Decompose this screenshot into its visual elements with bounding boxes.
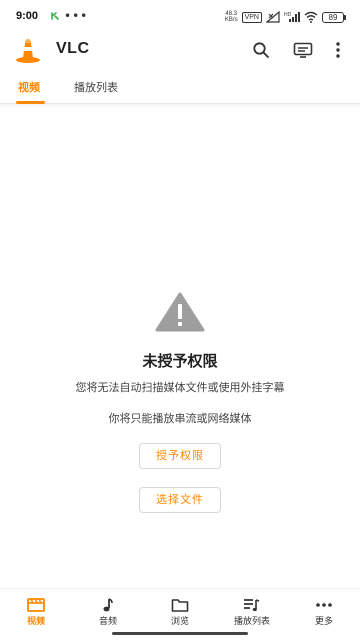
select-file-button[interactable]: 选择文件: [139, 487, 221, 513]
vlc-logo-icon: [16, 39, 40, 63]
svg-text:HD: HD: [284, 12, 292, 18]
nav-item-playlists[interactable]: 播放列表: [222, 597, 282, 627]
renderer-button[interactable]: [291, 38, 315, 62]
empty-state-message-2: 你将只能播放串流或网络媒体: [108, 412, 252, 425]
app-title: VLC: [56, 40, 90, 57]
top-tabs: 视频 播放列表: [0, 70, 360, 104]
empty-state-title: 未授予权限: [142, 352, 218, 370]
tab-active-indicator: [16, 101, 45, 104]
wechat-icon: [51, 12, 59, 20]
renderer-icon: [293, 42, 313, 58]
bottom-navigation: 视频 音频 浏览 播放列表 更多: [0, 588, 360, 628]
status-bar: 9:00 ••• 48.3 KB/s VPN HD 89: [0, 0, 360, 34]
network-speed: 48.3 KB/s: [225, 11, 238, 23]
nav-label-playlists: 播放列表: [233, 617, 270, 627]
grant-permission-button[interactable]: 授予权限: [139, 443, 221, 469]
wifi-icon: [304, 11, 318, 23]
status-icons: 48.3 KB/s VPN HD 89: [225, 9, 346, 25]
tab-playlists[interactable]: 播放列表: [74, 79, 118, 95]
nav-item-audio[interactable]: 音频: [78, 597, 138, 627]
more-horizontal-icon: [316, 603, 332, 607]
app-bar: VLC: [0, 34, 360, 66]
permission-empty-state: 未授予权限 您将无法自动扫描媒体文件或使用外挂字幕 你将只能播放串流或网络媒体 …: [0, 292, 360, 513]
playlist-icon: [244, 599, 260, 612]
network-speed-unit: KB/s: [224, 17, 238, 23]
no-signal-icon: [266, 11, 280, 23]
hd-signal-icon: HD: [284, 12, 300, 22]
status-overflow-dots: •••: [64, 9, 89, 23]
overflow-menu-button[interactable]: [326, 38, 350, 62]
music-note-icon: [103, 598, 113, 612]
search-button[interactable]: [249, 38, 273, 62]
status-time: 9:00: [16, 10, 39, 22]
nav-item-browse[interactable]: 浏览: [150, 597, 210, 627]
empty-state-message-1: 您将无法自动扫描媒体文件或使用外挂字幕: [75, 381, 285, 394]
folder-icon: [171, 599, 189, 612]
tab-video[interactable]: 视频: [18, 79, 40, 95]
battery-level: 89: [322, 11, 344, 23]
battery-indicator: 89: [322, 11, 346, 23]
vpn-badge: VPN: [241, 11, 262, 23]
video-icon: [27, 598, 45, 612]
nav-item-video[interactable]: 视频: [6, 597, 66, 627]
nav-item-more[interactable]: 更多: [294, 597, 354, 627]
home-indicator[interactable]: [112, 632, 248, 635]
warning-icon: [155, 292, 205, 332]
more-vertical-icon: [336, 42, 340, 58]
nav-label-audio: 音频: [98, 617, 117, 627]
nav-label-browse: 浏览: [170, 617, 189, 627]
nav-label-more: 更多: [314, 617, 333, 627]
nav-label-video: 视频: [26, 617, 45, 627]
search-icon: [253, 42, 269, 58]
